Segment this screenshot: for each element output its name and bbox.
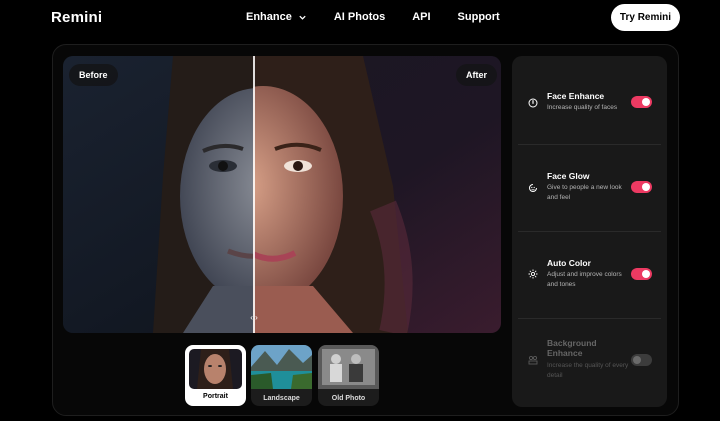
thumbnail-label: Old Photo [331,395,366,402]
divider [518,318,661,319]
divider [518,231,661,232]
comparison-slider[interactable] [253,56,255,333]
nav-link-enhance[interactable]: Enhance [246,11,307,23]
thumbnail-label: Landscape [263,395,300,402]
auto-color-icon [528,269,538,279]
auto-color-toggle[interactable] [631,268,652,280]
slider-handle-icon[interactable]: ‹ › [246,313,262,323]
feature-description: Increase quality of faces [547,104,618,111]
top-nav: Remini Enhance AI Photos API Support Try… [0,0,720,38]
feature-description: Adjust and improve colors and tones [547,271,622,288]
thumbnail-label: Portrait [203,393,228,400]
background-enhance-toggle[interactable] [631,354,652,366]
old-photo-thumbnail-image [318,345,379,389]
divider [518,144,661,145]
thumbnail-landscape[interactable]: Landscape [251,345,312,406]
face-glow-toggle[interactable] [631,181,652,193]
nav-link-support[interactable]: Support [458,11,500,23]
before-after-image[interactable] [63,56,501,333]
nav-link-ai-photos[interactable]: AI Photos [334,11,385,23]
feature-description: Increase the quality of every detail [547,362,629,379]
feature-title: Face Enhance [547,91,605,101]
face-enhance-toggle[interactable] [631,96,652,108]
nav-link-api[interactable]: API [412,11,430,23]
landscape-thumbnail-image [251,345,312,389]
features-panel: Face Enhance Increase quality of faces F… [512,56,667,407]
after-badge: After [456,64,498,86]
feature-title: Auto Color [547,258,591,268]
face-enhance-icon [528,98,538,108]
nav-links: Enhance AI Photos API Support [246,11,527,23]
nav-link-label: Enhance [246,11,292,23]
logo[interactable]: Remini [51,9,102,26]
feature-description: Give to people a new look and feel [547,184,622,201]
before-badge: Before [69,64,118,86]
thumbnail-portrait[interactable]: Portrait [185,345,246,406]
try-remini-button[interactable]: Try Remini [611,4,680,31]
feature-title: Face Glow [547,171,590,181]
feature-title: Background Enhance [547,338,597,358]
thumbnail-old-photo[interactable]: Old Photo [318,345,379,406]
chevron-down-icon [299,15,306,20]
face-glow-icon [529,184,537,192]
portrait-thumbnail-image [189,349,242,389]
background-enhance-icon [528,355,538,365]
